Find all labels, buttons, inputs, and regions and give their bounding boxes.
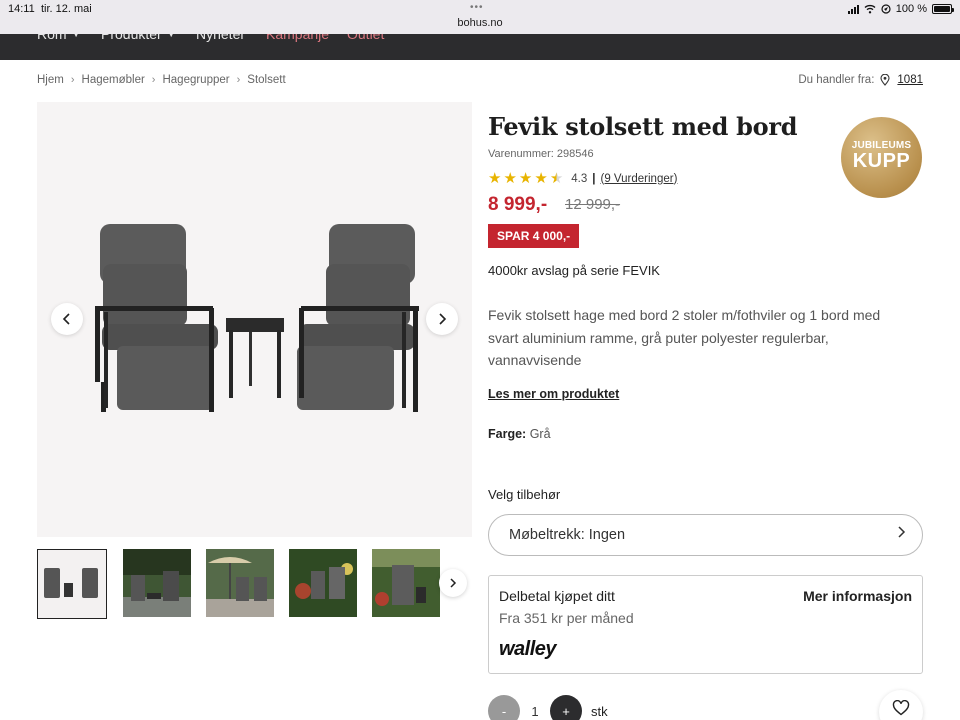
gallery-prev-button[interactable]	[51, 303, 83, 335]
original-price: 12 999,-	[565, 196, 621, 213]
breadcrumb: Hjem › Hagemøbler › Hagegrupper › Stolsett	[37, 74, 286, 86]
badge-main-text: KUPP	[852, 150, 911, 172]
star-icon: ★	[503, 170, 517, 187]
status-date: tir. 12. mai	[41, 3, 92, 15]
star-icon: ★	[518, 170, 533, 187]
product-main-image[interactable]	[37, 102, 472, 537]
wishlist-button[interactable]	[879, 690, 923, 720]
multitasking-dots-icon[interactable]: •••	[470, 2, 484, 13]
chevron-right-icon	[450, 578, 457, 588]
battery-icon	[932, 4, 954, 14]
gallery-next-button[interactable]	[426, 303, 458, 335]
chevron-right-icon: ›	[236, 74, 241, 86]
heart-icon	[892, 700, 910, 716]
quantity-value[interactable]: 1	[520, 704, 550, 719]
address-bar-url[interactable]: bohus.no	[0, 17, 960, 29]
status-bar: 14:11 tir. 12. mai ••• bohus.no 100 %	[0, 0, 960, 34]
thumbnail-3[interactable]	[206, 549, 274, 617]
map-pin-icon	[880, 74, 890, 86]
right-chair-image	[297, 224, 419, 412]
side-table-image	[226, 318, 284, 398]
nav-item-outlet[interactable]: Outlet	[347, 34, 384, 42]
rating-value: 4.3	[571, 172, 588, 185]
installment-subtitle: Fra 351 kr per måned	[499, 610, 634, 626]
accessories-label: Velg tilbehør	[488, 487, 561, 502]
product-sku: Varenummer: 298546	[488, 148, 594, 160]
left-chair-image	[95, 224, 218, 412]
walley-logo: walley	[499, 637, 579, 666]
quantity-decrease-button[interactable]: -	[488, 695, 520, 720]
thumbnail-5[interactable]	[372, 549, 440, 617]
thumbnail-next-button[interactable]	[439, 569, 467, 597]
product-photo	[95, 224, 419, 412]
location-zip-link[interactable]: 1081	[897, 74, 923, 86]
quantity-increase-button[interactable]: +	[550, 695, 582, 720]
star-icon: ★	[488, 170, 502, 187]
accessory-select[interactable]: Møbeltrekk: Ingen	[488, 514, 923, 556]
quantity-unit: stk	[591, 703, 608, 719]
color-value: Grå	[529, 427, 551, 441]
chevron-down-icon: ▼	[166, 34, 176, 39]
wifi-icon	[864, 4, 876, 14]
nav-item-kampanje[interactable]: Kampanje	[266, 34, 329, 42]
nav-item-nyheter[interactable]: Nyheter	[196, 34, 245, 42]
breadcrumb-hagemobler[interactable]: Hagemøbler	[82, 74, 145, 86]
location-services-icon	[881, 4, 891, 14]
thumbnail-2[interactable]	[123, 549, 191, 617]
read-more-link[interactable]: Les mer om produktet	[488, 387, 619, 401]
jubileums-kupp-badge: JUBILEUMS KUPP	[841, 117, 922, 198]
product-title: Fevik stolsett med bord	[488, 112, 798, 141]
chevron-left-icon	[62, 313, 70, 325]
thumbnail-1[interactable]	[37, 549, 107, 619]
breadcrumb-home[interactable]: Hjem	[37, 74, 64, 86]
product-description: Fevik stolsett hage med bord 2 stoler m/…	[488, 307, 881, 368]
star-icon: ★	[534, 170, 548, 187]
location-label: Du handler fra:	[798, 74, 875, 86]
thumbnail-4[interactable]	[289, 549, 357, 617]
discount-note: 4000kr avslag på serie FEVIK	[488, 263, 660, 278]
installment-title: Delbetal kjøpet ditt	[499, 588, 615, 604]
status-time: 14:11	[8, 3, 35, 15]
nav-item-produkter[interactable]: Produkter ▼	[101, 34, 176, 42]
main-nav: Rom ▼ Produkter ▼ Nyheter Kampanje Outlet	[0, 34, 960, 60]
half-star-icon: ★	[549, 170, 564, 187]
svg-text:walley: walley	[499, 638, 557, 660]
thumbnail-strip	[37, 549, 467, 619]
chevron-right-icon: ›	[151, 74, 156, 86]
rating-separator: |	[592, 172, 596, 185]
color-label: Farge:	[488, 427, 527, 441]
store-location: Du handler fra: 1081	[798, 74, 923, 86]
current-price: 8 999,-	[488, 194, 548, 215]
breadcrumb-stolsett[interactable]: Stolsett	[247, 74, 285, 86]
reviews-link[interactable]: (9 Vurderinger)	[600, 173, 677, 185]
installment-box: Delbetal kjøpet ditt Mer informasjon Fra…	[488, 575, 923, 674]
chevron-right-icon	[439, 313, 447, 325]
quantity-stepper: - 1 + stk	[488, 695, 608, 720]
color-info: Farge: Grå	[488, 427, 551, 441]
signal-icon	[847, 4, 859, 14]
chevron-right-icon	[896, 524, 906, 545]
chevron-right-icon: ›	[70, 74, 75, 86]
chevron-down-icon: ▼	[71, 34, 81, 39]
breadcrumb-hagegrupper[interactable]: Hagegrupper	[162, 74, 229, 86]
status-indicators: 100 %	[847, 3, 954, 15]
savings-badge: SPAR 4 000,-	[488, 224, 580, 248]
installment-more-info-link[interactable]: Mer informasjon	[803, 588, 912, 604]
battery-percent: 100 %	[895, 3, 927, 15]
nav-item-rom[interactable]: Rom ▼	[37, 34, 80, 42]
accessory-selected-value: Møbeltrekk: Ingen	[509, 527, 626, 543]
product-rating: ★ ★ ★ ★ ★ 4.3 | (9 Vurderinger)	[488, 171, 677, 186]
